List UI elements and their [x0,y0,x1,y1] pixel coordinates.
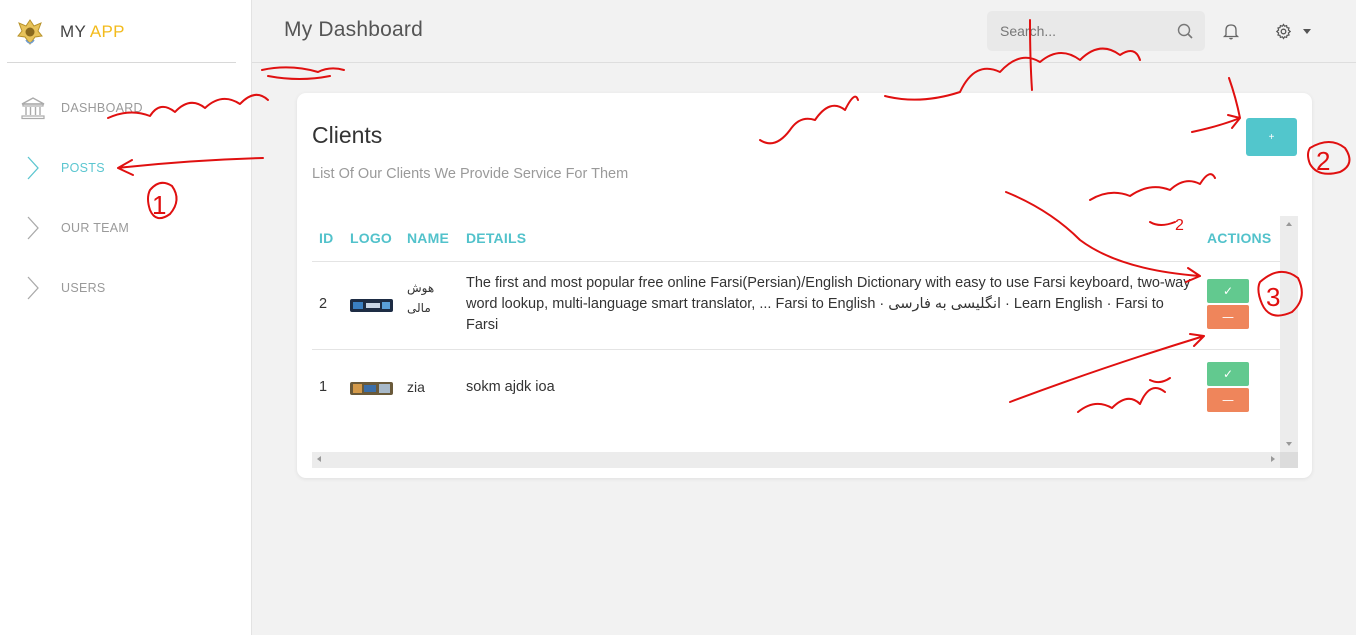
cell-id: 2 [319,296,328,312]
search-box[interactable] [987,11,1205,51]
cell-name: هوش مالی [407,278,434,318]
sidebar-item-users[interactable]: USERS [0,268,251,308]
chevron-right-icon [27,156,39,180]
minus-icon: — [1222,310,1234,324]
annotation-circle-2 [1307,141,1351,175]
client-logo [350,299,393,312]
client-logo [350,382,393,395]
horizontal-scrollbar[interactable] [312,452,1280,468]
sidebar-item-label: POSTS [61,161,105,175]
column-header-details: DETAILS [466,230,527,246]
search-icon[interactable] [1177,23,1193,39]
cell-name: zia [407,379,425,395]
gear-icon [1275,23,1292,40]
delete-button[interactable]: — [1207,305,1249,329]
brand-name: MY APP [60,22,125,42]
check-icon: ✓ [1222,367,1234,381]
cell-details: sokm ajdk ioa [466,379,555,395]
sidebar-item-label: OUR TEAM [61,221,130,235]
column-header-id: ID [319,230,334,246]
sidebar-item-label: USERS [61,281,106,295]
sidebar-item-posts[interactable]: POSTS [0,148,251,188]
card-title: Clients [312,122,383,148]
row-divider [312,261,1281,262]
brand-accent: APP [89,22,125,41]
bank-icon [21,97,45,120]
scroll-right-icon[interactable] [1271,456,1275,462]
vertical-scrollbar[interactable] [1280,216,1298,452]
sidebar-divider [7,62,236,63]
scroll-corner [1280,452,1298,468]
column-header-logo: LOGO [350,230,393,246]
page-title: My Dashboard [284,18,423,41]
caret-down-icon [1303,29,1311,34]
chevron-right-icon [27,276,39,300]
column-header-name: NAME [407,230,450,246]
bell-icon[interactable] [1222,22,1240,40]
search-input[interactable] [998,22,1172,40]
logo-icon [17,19,43,45]
settings-dropdown[interactable] [1275,22,1315,42]
cell-details: The first and most popular free online F… [466,275,1191,333]
annotation-label-2: 2 [1316,146,1330,176]
cell-id: 1 [319,379,328,395]
edit-button[interactable]: ✓ [1207,362,1249,386]
header-divider [252,62,1356,63]
sidebar-item-dashboard[interactable]: DASHBOARD [0,88,251,128]
scroll-up-icon[interactable] [1286,222,1292,226]
sidebar-item-label: DASHBOARD [61,101,143,115]
clients-table: ID LOGO NAME DETAILS ACTIONS 2 هوش مالی … [312,216,1298,468]
cell-name-line: مالی [407,301,431,315]
sidebar: MY APP DASHBOARD POSTS OUR TEAM USERS [0,0,252,635]
edit-button[interactable]: ✓ [1207,279,1249,303]
add-client-button[interactable]: + [1246,118,1297,156]
scroll-left-icon[interactable] [317,456,321,462]
delete-button[interactable]: — [1207,388,1249,412]
sidebar-item-our-team[interactable]: OUR TEAM [0,208,251,248]
scroll-down-icon[interactable] [1286,442,1292,446]
card-subtitle: List Of Our Clients We Provide Service F… [312,166,629,182]
check-icon: ✓ [1222,284,1234,298]
column-header-actions: ACTIONS [1207,230,1272,246]
clients-card: Clients List Of Our Clients We Provide S… [297,93,1312,478]
brand[interactable]: MY APP [14,14,125,50]
chevron-right-icon [27,216,39,240]
brand-prefix: MY [60,22,86,41]
minus-icon: — [1222,393,1234,407]
cell-name-line: هوش [407,281,435,295]
